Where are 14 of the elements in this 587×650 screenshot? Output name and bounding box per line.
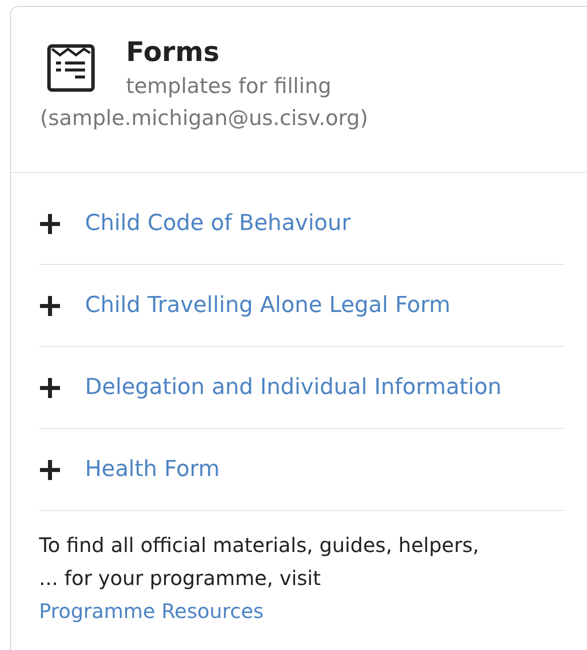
card-subtitle: templates for filling [126,73,332,100]
form-icon [46,43,96,93]
plus-icon[interactable] [39,212,61,234]
plus-icon[interactable] [39,294,61,316]
plus-icon[interactable] [39,458,61,480]
account-email: (sample.michigan@us.cisv.org) [40,105,368,132]
form-link[interactable]: Child Code of Behaviour [85,211,351,236]
form-link[interactable]: Health Form [85,457,220,482]
resources-note: To find all official materials, guides, helpers, ... for your programme, visit Programme Resources [39,532,479,625]
form-link[interactable]: Delegation and Individual Information [85,375,502,400]
form-link[interactable]: Child Travelling Alone Legal Form [85,293,450,318]
resources-link[interactable]: Programme Resources [39,599,264,623]
card-title: Forms [126,37,220,69]
plus-icon[interactable] [39,376,61,398]
